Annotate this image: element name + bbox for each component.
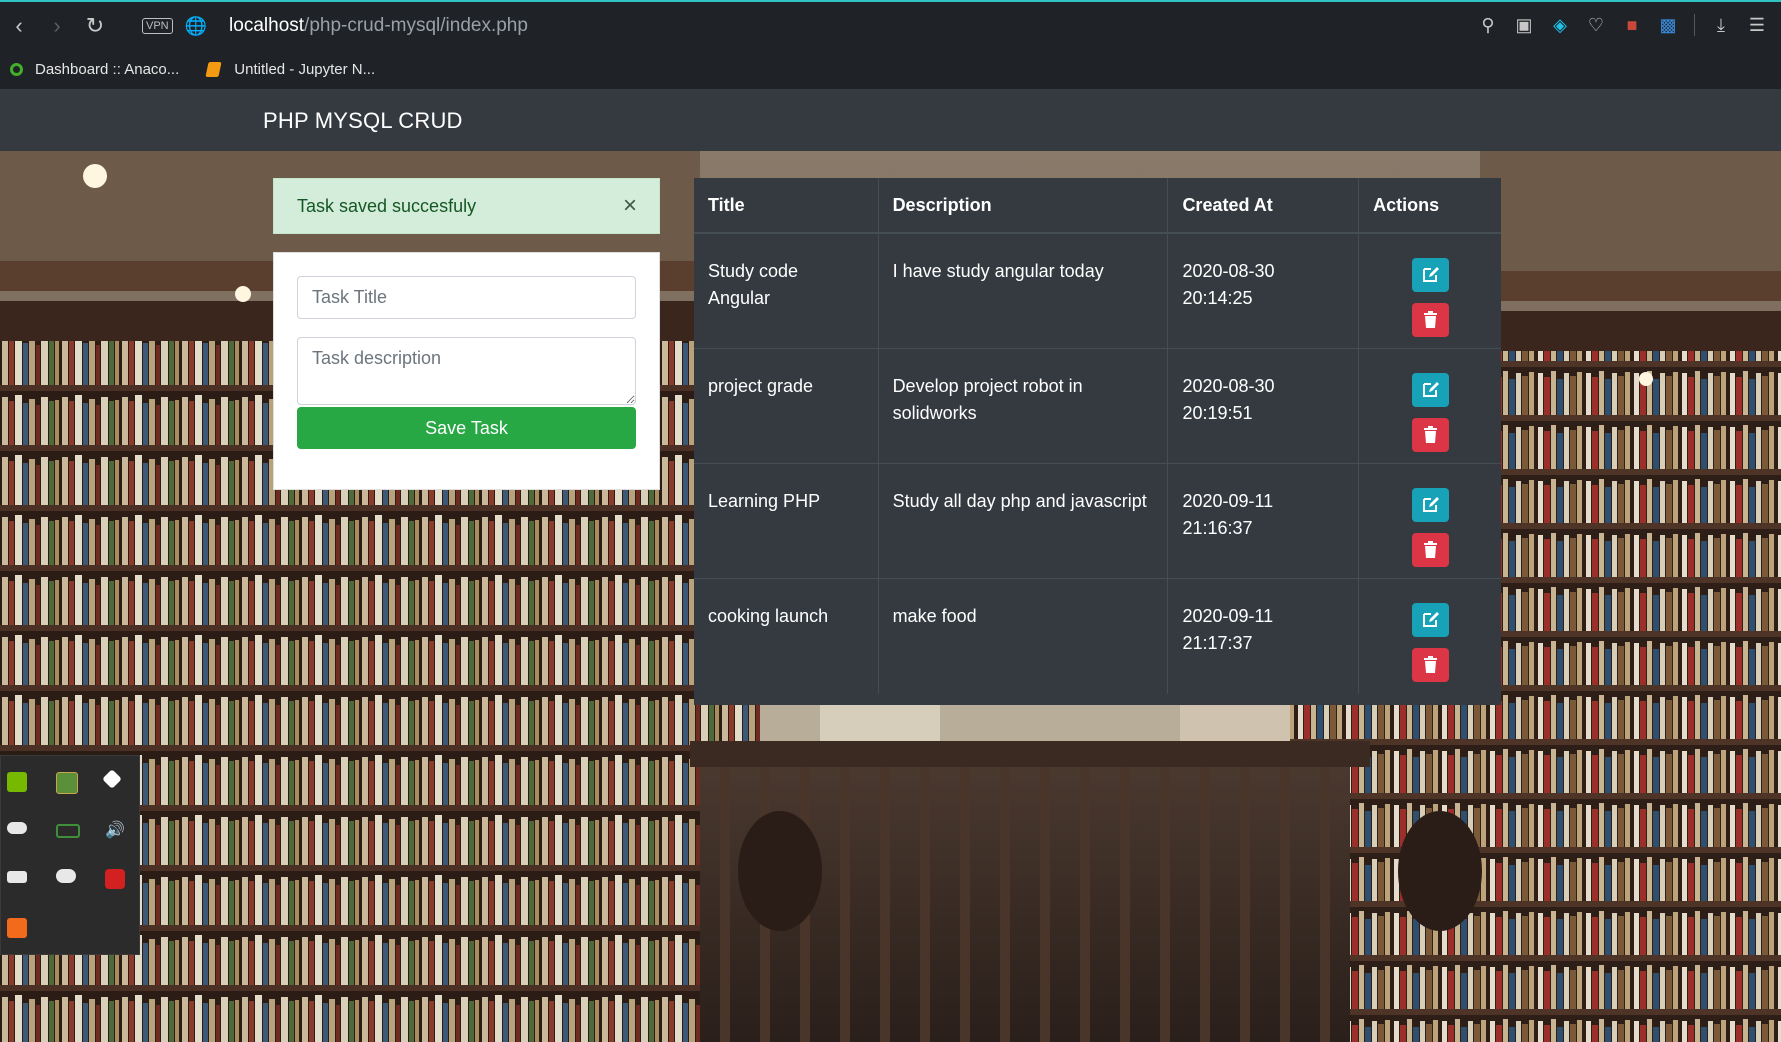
shield-icon[interactable]: ◈: [1550, 15, 1570, 36]
edit-icon: [1422, 267, 1439, 282]
task-title: cooking launch: [694, 578, 879, 694]
edit-icon: [1422, 497, 1439, 512]
delete-button[interactable]: [1411, 648, 1449, 682]
task-actions: [1358, 578, 1501, 694]
cube-icon[interactable]: ■: [1622, 15, 1642, 36]
task-created-at: 2020-09-11 21:17:37: [1167, 578, 1360, 694]
task-title: project grade: [694, 348, 879, 464]
volume-icon[interactable]: 🔊: [105, 820, 125, 840]
x-app-icon[interactable]: [102, 769, 122, 789]
url-host: localhost: [229, 15, 305, 36]
address-bar[interactable]: localhost/php-crud-mysql/index.php: [229, 15, 528, 37]
table-row: Learning PHP Study all day php and javas…: [694, 463, 1501, 579]
settings-icon[interactable]: ☰: [1747, 15, 1767, 36]
bookmark-jupyter[interactable]: Untitled - Jupyter N...: [205, 61, 376, 78]
header-actions: Actions: [1358, 178, 1501, 234]
camera-icon[interactable]: ▣: [1514, 15, 1534, 36]
task-created-at: 2020-09-11 21:16:37: [1167, 463, 1360, 579]
task-title-input[interactable]: [297, 276, 636, 319]
delete-button[interactable]: [1411, 418, 1449, 452]
forward-icon[interactable]: ›: [38, 13, 76, 39]
browser-extension-icons: ⚲ ▣ ◈ ♡ ■ ▩ ⤓ ☰: [1478, 14, 1767, 36]
notification-app-icon[interactable]: [105, 869, 125, 889]
discord-icon[interactable]: [56, 869, 76, 883]
navbar-brand[interactable]: PHP MYSQL CRUD: [263, 108, 463, 134]
task-title: Learning PHP: [694, 463, 879, 579]
task-description: Develop project robot in solidworks: [878, 348, 1169, 464]
task-actions: [1358, 348, 1501, 464]
nvidia-icon[interactable]: [7, 772, 27, 792]
search-icon[interactable]: ⚲: [1478, 15, 1498, 36]
bookmark-anaconda[interactable]: Dashboard :: Anaco...: [10, 61, 179, 78]
task-time: 20:14:25: [1182, 288, 1253, 308]
app-navbar: PHP MYSQL CRUD: [0, 89, 1781, 152]
bookmark-label: Untitled - Jupyter N...: [234, 61, 376, 78]
delete-button[interactable]: [1411, 533, 1449, 567]
jupyter-icon: [205, 62, 222, 77]
table-row: cooking launch make food 2020-09-11 21:17…: [694, 578, 1501, 694]
robot-icon[interactable]: ▩: [1658, 15, 1678, 36]
save-task-button[interactable]: Save Task: [297, 407, 636, 449]
edit-icon: [1422, 612, 1439, 627]
task-date: 2020-09-11: [1182, 606, 1274, 626]
browser-toolbar: ‹ › ↻ VPN 🌐 localhost/php-crud-mysql/ind…: [0, 0, 1781, 50]
task-form-card: Save Task: [273, 252, 660, 490]
url-path: /php-crud-mysql/index.php: [304, 15, 528, 36]
download-icon[interactable]: ⤓: [1711, 15, 1731, 36]
task-description: make food: [878, 578, 1169, 694]
task-created-at: 2020-08-30 20:19:51: [1167, 348, 1360, 464]
edit-icon: [1422, 382, 1439, 397]
table-row: Study code Angular I have study angular …: [694, 232, 1501, 349]
alert-message: Task saved succesfuly: [297, 196, 477, 216]
close-icon[interactable]: ×: [623, 192, 637, 220]
task-description-input[interactable]: [297, 337, 636, 405]
header-description: Description: [878, 178, 1169, 234]
header-created-at: Created At: [1167, 178, 1360, 234]
table-row: project grade Develop project robot in s…: [694, 348, 1501, 464]
toolbar-divider: [1694, 14, 1695, 36]
bookmark-label: Dashboard :: Anaco...: [35, 61, 180, 78]
task-date: 2020-08-30: [1182, 261, 1275, 281]
cloud-icon[interactable]: [7, 822, 27, 834]
trash-icon: [1423, 426, 1437, 443]
trash-icon: [1423, 656, 1437, 673]
edit-button[interactable]: [1411, 258, 1449, 292]
task-created-at: 2020-08-30 20:14:25: [1167, 232, 1360, 349]
edit-button[interactable]: [1411, 488, 1449, 522]
task-title: Study code Angular: [694, 232, 879, 349]
delete-button[interactable]: [1411, 303, 1449, 337]
task-actions: [1358, 232, 1501, 349]
heart-icon[interactable]: ♡: [1586, 15, 1606, 36]
reload-icon[interactable]: ↻: [76, 13, 114, 39]
task-description: Study all day php and javascript: [878, 463, 1169, 579]
edit-button[interactable]: [1411, 603, 1449, 637]
task-time: 21:16:37: [1182, 518, 1253, 538]
globe-icon: 🌐: [184, 15, 208, 36]
tasks-table: Title Description Created At Actions Stu…: [694, 178, 1501, 705]
table-header-row: Title Description Created At Actions: [694, 178, 1501, 234]
system-tray-popup: 🔊: [0, 755, 140, 955]
success-alert: Task saved succesfuly ×: [273, 178, 660, 234]
task-actions: [1358, 463, 1501, 579]
task-date: 2020-09-11: [1182, 491, 1274, 511]
bookmarks-bar: Dashboard :: Anaco... Untitled - Jupyter…: [0, 50, 1781, 89]
trash-icon: [1423, 311, 1437, 328]
header-title: Title: [694, 178, 879, 234]
task-time: 20:19:51: [1182, 403, 1253, 423]
device-icon[interactable]: [7, 871, 27, 883]
vpn-badge[interactable]: VPN: [142, 18, 173, 34]
edit-button[interactable]: [1411, 373, 1449, 407]
back-icon[interactable]: ‹: [0, 13, 38, 39]
task-date: 2020-08-30: [1182, 376, 1275, 396]
xampp-icon[interactable]: [7, 918, 27, 938]
task-time: 21:17:37: [1182, 633, 1253, 653]
battery-icon[interactable]: [56, 824, 80, 838]
trash-icon: [1423, 541, 1437, 558]
app-grid-icon[interactable]: [56, 772, 78, 794]
task-description: I have study angular today: [878, 232, 1169, 349]
anaconda-icon: [10, 63, 23, 76]
